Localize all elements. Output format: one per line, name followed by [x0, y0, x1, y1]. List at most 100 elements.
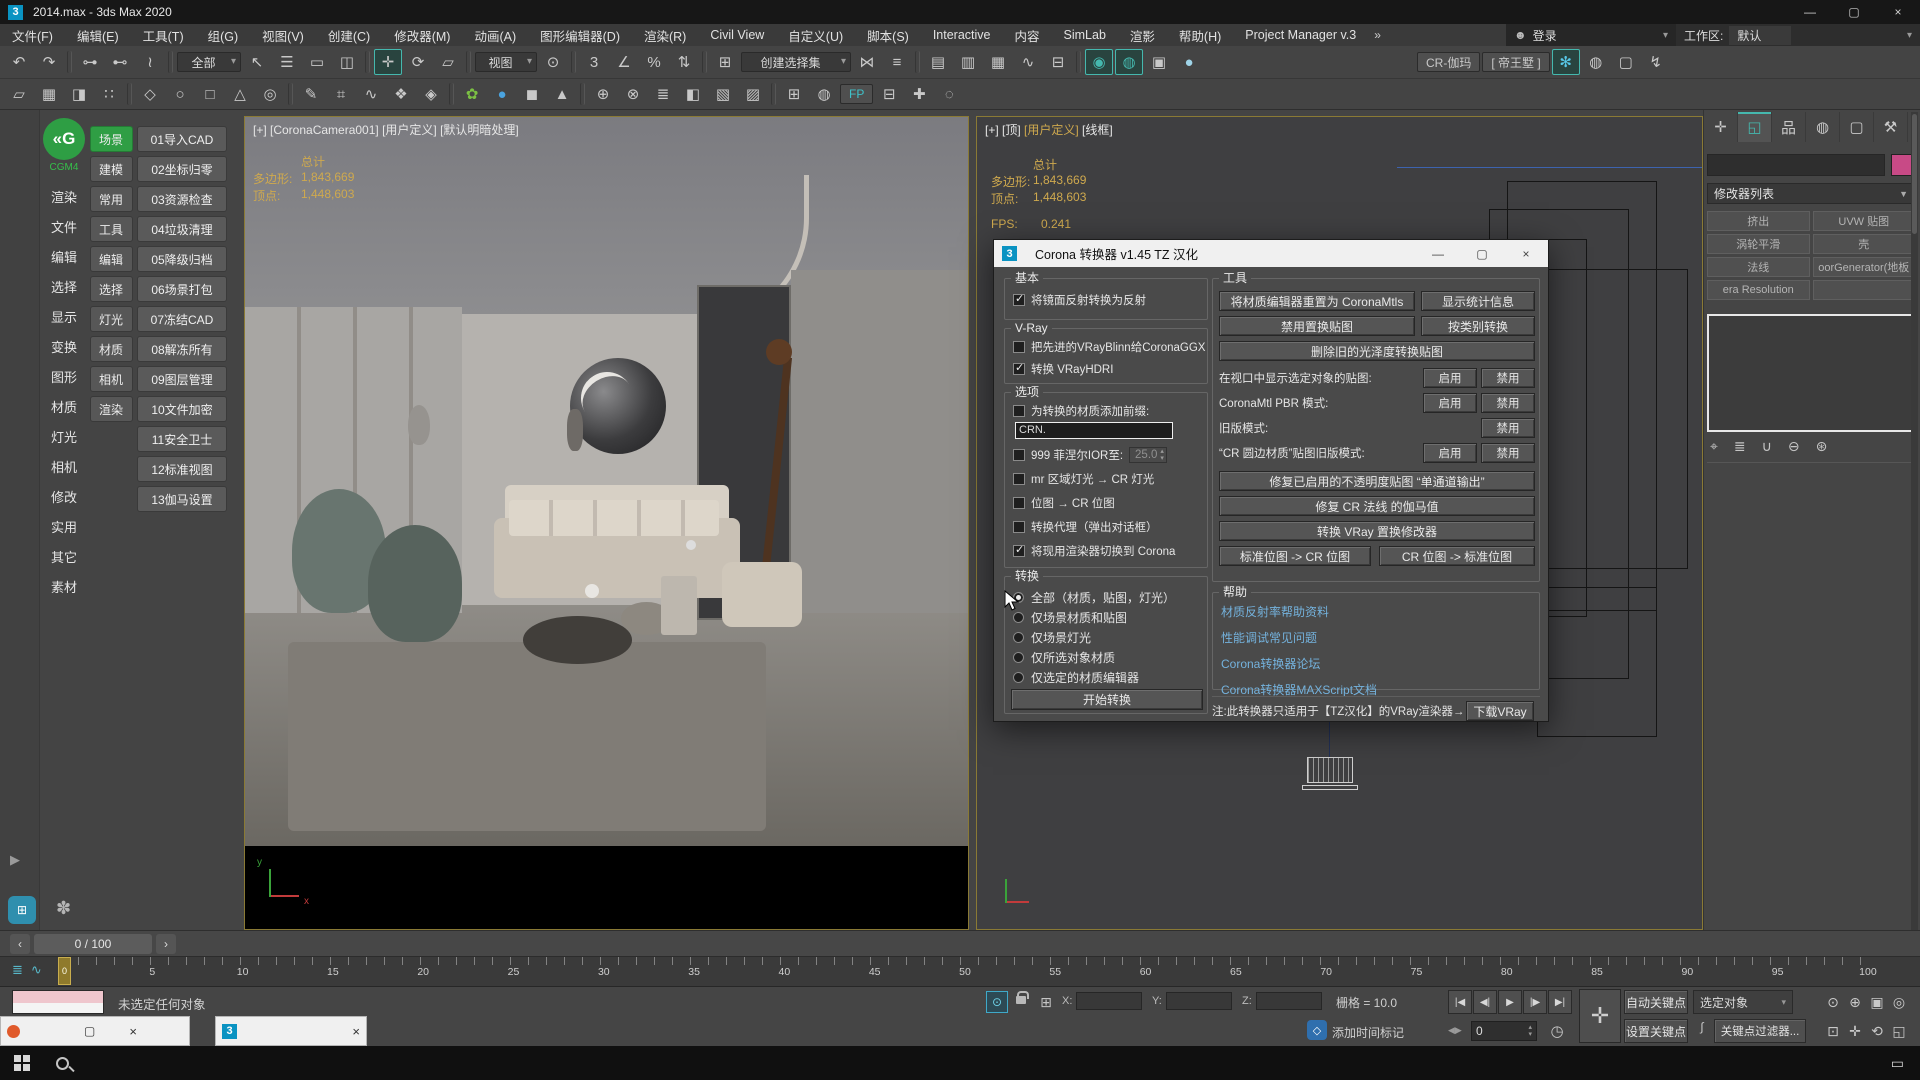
symmetry-icon[interactable]: ❖ [387, 81, 415, 107]
script-button[interactable]: 04垃圾清理 [137, 216, 227, 242]
set-key-button[interactable]: 设置关键点 [1624, 1019, 1688, 1043]
close-button[interactable]: × [1876, 0, 1920, 24]
freeze-plugin-icon[interactable]: ✻ [1552, 49, 1580, 75]
help-link[interactable]: 性能调试常见问题 [1221, 629, 1377, 646]
remove-modifier-icon[interactable]: ⊖ [1788, 438, 1800, 455]
modifier-preset-button[interactable]: 壳 [1813, 234, 1916, 254]
dialog-close-button[interactable]: × [1504, 247, 1548, 261]
bind-to-spacewarp-icon[interactable]: ≀ [136, 49, 164, 75]
absolute-mode-icon[interactable]: ⊞ [1036, 991, 1056, 1013]
menu-item[interactable]: 编辑(E) [65, 24, 131, 46]
checkbox-switch-renderer[interactable]: 将现用渲染器切换到 Corona [1013, 543, 1175, 559]
sidebar-tab[interactable]: 建模 [90, 156, 133, 182]
sidebar-tab[interactable]: 选择 [90, 276, 133, 302]
select-and-move-icon[interactable]: ✛ [374, 49, 402, 75]
utilities-tab[interactable]: ⚒ [1874, 112, 1908, 142]
ghosting-icon[interactable]: ◌ [935, 81, 963, 107]
camera-viewport[interactable]: [+] [CoronaCamera001] [用户定义] [默认明暗处理] 总计… [244, 116, 969, 930]
clone-options-icon[interactable]: ▱ [5, 81, 33, 107]
reference-coordinate-dropdown[interactable]: 视图 [475, 52, 537, 72]
terrain-icon[interactable]: ▲ [548, 81, 576, 107]
settings-gear-icon[interactable]: ✽ [56, 898, 71, 919]
menu-item[interactable]: 组(G) [196, 24, 251, 46]
open-mini-curve-editor-icon[interactable]: ≣ [12, 962, 23, 978]
modifier-stack[interactable] [1707, 314, 1915, 432]
script-button[interactable]: 06场景打包 [137, 276, 227, 302]
viewport-header[interactable]: [+] [CoronaCamera001] [用户定义] [默认明暗处理] [253, 121, 519, 138]
modifier-preset-button[interactable]: era Resolution [1707, 280, 1810, 300]
script-button[interactable]: 11安全卫士 [137, 426, 227, 452]
x-coordinate-field[interactable] [1076, 992, 1142, 1010]
sidebar-tab[interactable]: 场景 [90, 126, 133, 152]
menu-item[interactable]: Civil View [698, 24, 776, 46]
sidebar-group-label[interactable]: 修改 [51, 481, 77, 511]
notification-tray-icon[interactable]: ▭ [1891, 1055, 1904, 1072]
render-teapot-icon[interactable]: ◍ [1582, 49, 1610, 75]
shapes-icon[interactable]: ◇ [136, 81, 164, 107]
modifier-preset-button[interactable] [1813, 280, 1916, 300]
foliage-icon[interactable]: ✿ [458, 81, 486, 107]
spinner-snap-icon[interactable]: ⇅ [670, 49, 698, 75]
ior-spinner[interactable]: 25.0▴▾ [1129, 447, 1167, 463]
sidebar-tab[interactable]: 编辑 [90, 246, 133, 272]
menu-item[interactable]: 渲影 [1118, 24, 1167, 46]
key-tangent-icon[interactable]: ∫ [1694, 1020, 1710, 1034]
sidebar-group-label[interactable]: 实用 [51, 511, 77, 541]
convert-vray-displacement-button[interactable]: 转换 VRay 置换修改器 [1219, 521, 1535, 541]
noise-modifier-icon[interactable]: ∿ [357, 81, 385, 107]
zoom-extents-icon[interactable]: ▣ [1866, 991, 1888, 1013]
scene-tag-button[interactable]: [ 帝王墅 ] [1482, 52, 1549, 72]
zoom-all-icon[interactable]: ⊕ [1844, 991, 1866, 1013]
start-convert-button[interactable]: 开始转换 [1011, 689, 1203, 710]
selection-filter-dropdown[interactable]: 全部 [177, 52, 241, 72]
menu-item[interactable]: 图形编辑器(D) [528, 24, 632, 46]
ribbon-toggle-icon[interactable]: ▦ [984, 49, 1012, 75]
sidebar-group-label[interactable]: 显示 [51, 301, 77, 331]
menu-item[interactable]: 帮助(H) [1167, 24, 1233, 46]
plugin-dock-icon[interactable]: ⊞ [8, 896, 36, 924]
menu-item[interactable]: 动画(A) [462, 24, 528, 46]
radio-option[interactable]: 仅所选对象材质 [1013, 647, 1175, 667]
sidebar-group-label[interactable]: 编辑 [51, 241, 77, 271]
disable-button[interactable]: 禁用 [1481, 368, 1535, 388]
minimized-window-1[interactable]: ▢ × [0, 1016, 190, 1046]
array-icon[interactable]: ▦ [35, 81, 63, 107]
menu-item[interactable]: 创建(C) [316, 24, 382, 46]
checkbox-bitmap[interactable]: 位图 → CR 位图 [1013, 495, 1115, 511]
modifier-list-dropdown[interactable]: 修改器列表 ▼ [1707, 183, 1915, 204]
select-object-icon[interactable]: ↖ [243, 49, 271, 75]
render-production-icon[interactable]: ● [1175, 49, 1203, 75]
sidebar-tab[interactable]: 常用 [90, 186, 133, 212]
viewport-header-user[interactable]: [用户定义] [1024, 123, 1079, 137]
mirror-icon[interactable]: ⋈ [853, 49, 881, 75]
fp-plugin-button[interactable]: FP [840, 84, 873, 104]
modifier-preset-button[interactable]: 法线 [1707, 257, 1810, 277]
next-frame-arrow[interactable]: › [156, 934, 176, 954]
lightning-icon[interactable]: ↯ [1642, 49, 1670, 75]
go-to-start-button[interactable]: |◀ [1448, 990, 1472, 1014]
script-button[interactable]: 13伽马设置 [137, 486, 227, 512]
material-editor-icon[interactable]: ◉ [1085, 49, 1113, 75]
next-frame-button[interactable]: |▶ [1523, 990, 1547, 1014]
menu-item[interactable]: SimLab [1052, 24, 1118, 46]
maximize-viewport-icon[interactable]: ◱ [1888, 1020, 1910, 1042]
enable-button[interactable]: 启用 [1423, 368, 1477, 388]
sidebar-group-label[interactable]: 素材 [51, 571, 77, 601]
menu-item[interactable]: Interactive [921, 24, 1003, 46]
uv-unwrap-icon[interactable]: ◧ [679, 81, 707, 107]
proboolean-icon[interactable]: ◼ [518, 81, 546, 107]
checker-map-icon[interactable]: ▧ [709, 81, 737, 107]
attach-icon[interactable]: ⊕ [589, 81, 617, 107]
menu-item[interactable]: 工具(T) [131, 24, 196, 46]
mini-script-listener[interactable] [12, 990, 104, 1014]
script-button[interactable]: 09图层管理 [137, 366, 227, 392]
unlink-selection-icon[interactable]: ⊷ [106, 49, 134, 75]
close-icon[interactable]: × [129, 1024, 137, 1039]
y-coordinate-field[interactable] [1166, 992, 1232, 1010]
menu-item[interactable]: 渲染(R) [632, 24, 698, 46]
object-name-field[interactable] [1707, 154, 1885, 176]
scene-explorer-icon[interactable]: ▤ [924, 49, 952, 75]
configure-modifier-sets-icon[interactable]: ⊛ [1816, 438, 1828, 455]
timeline-marker[interactable]: 0 [58, 957, 71, 985]
schematic-view-icon[interactable]: ⊟ [1044, 49, 1072, 75]
